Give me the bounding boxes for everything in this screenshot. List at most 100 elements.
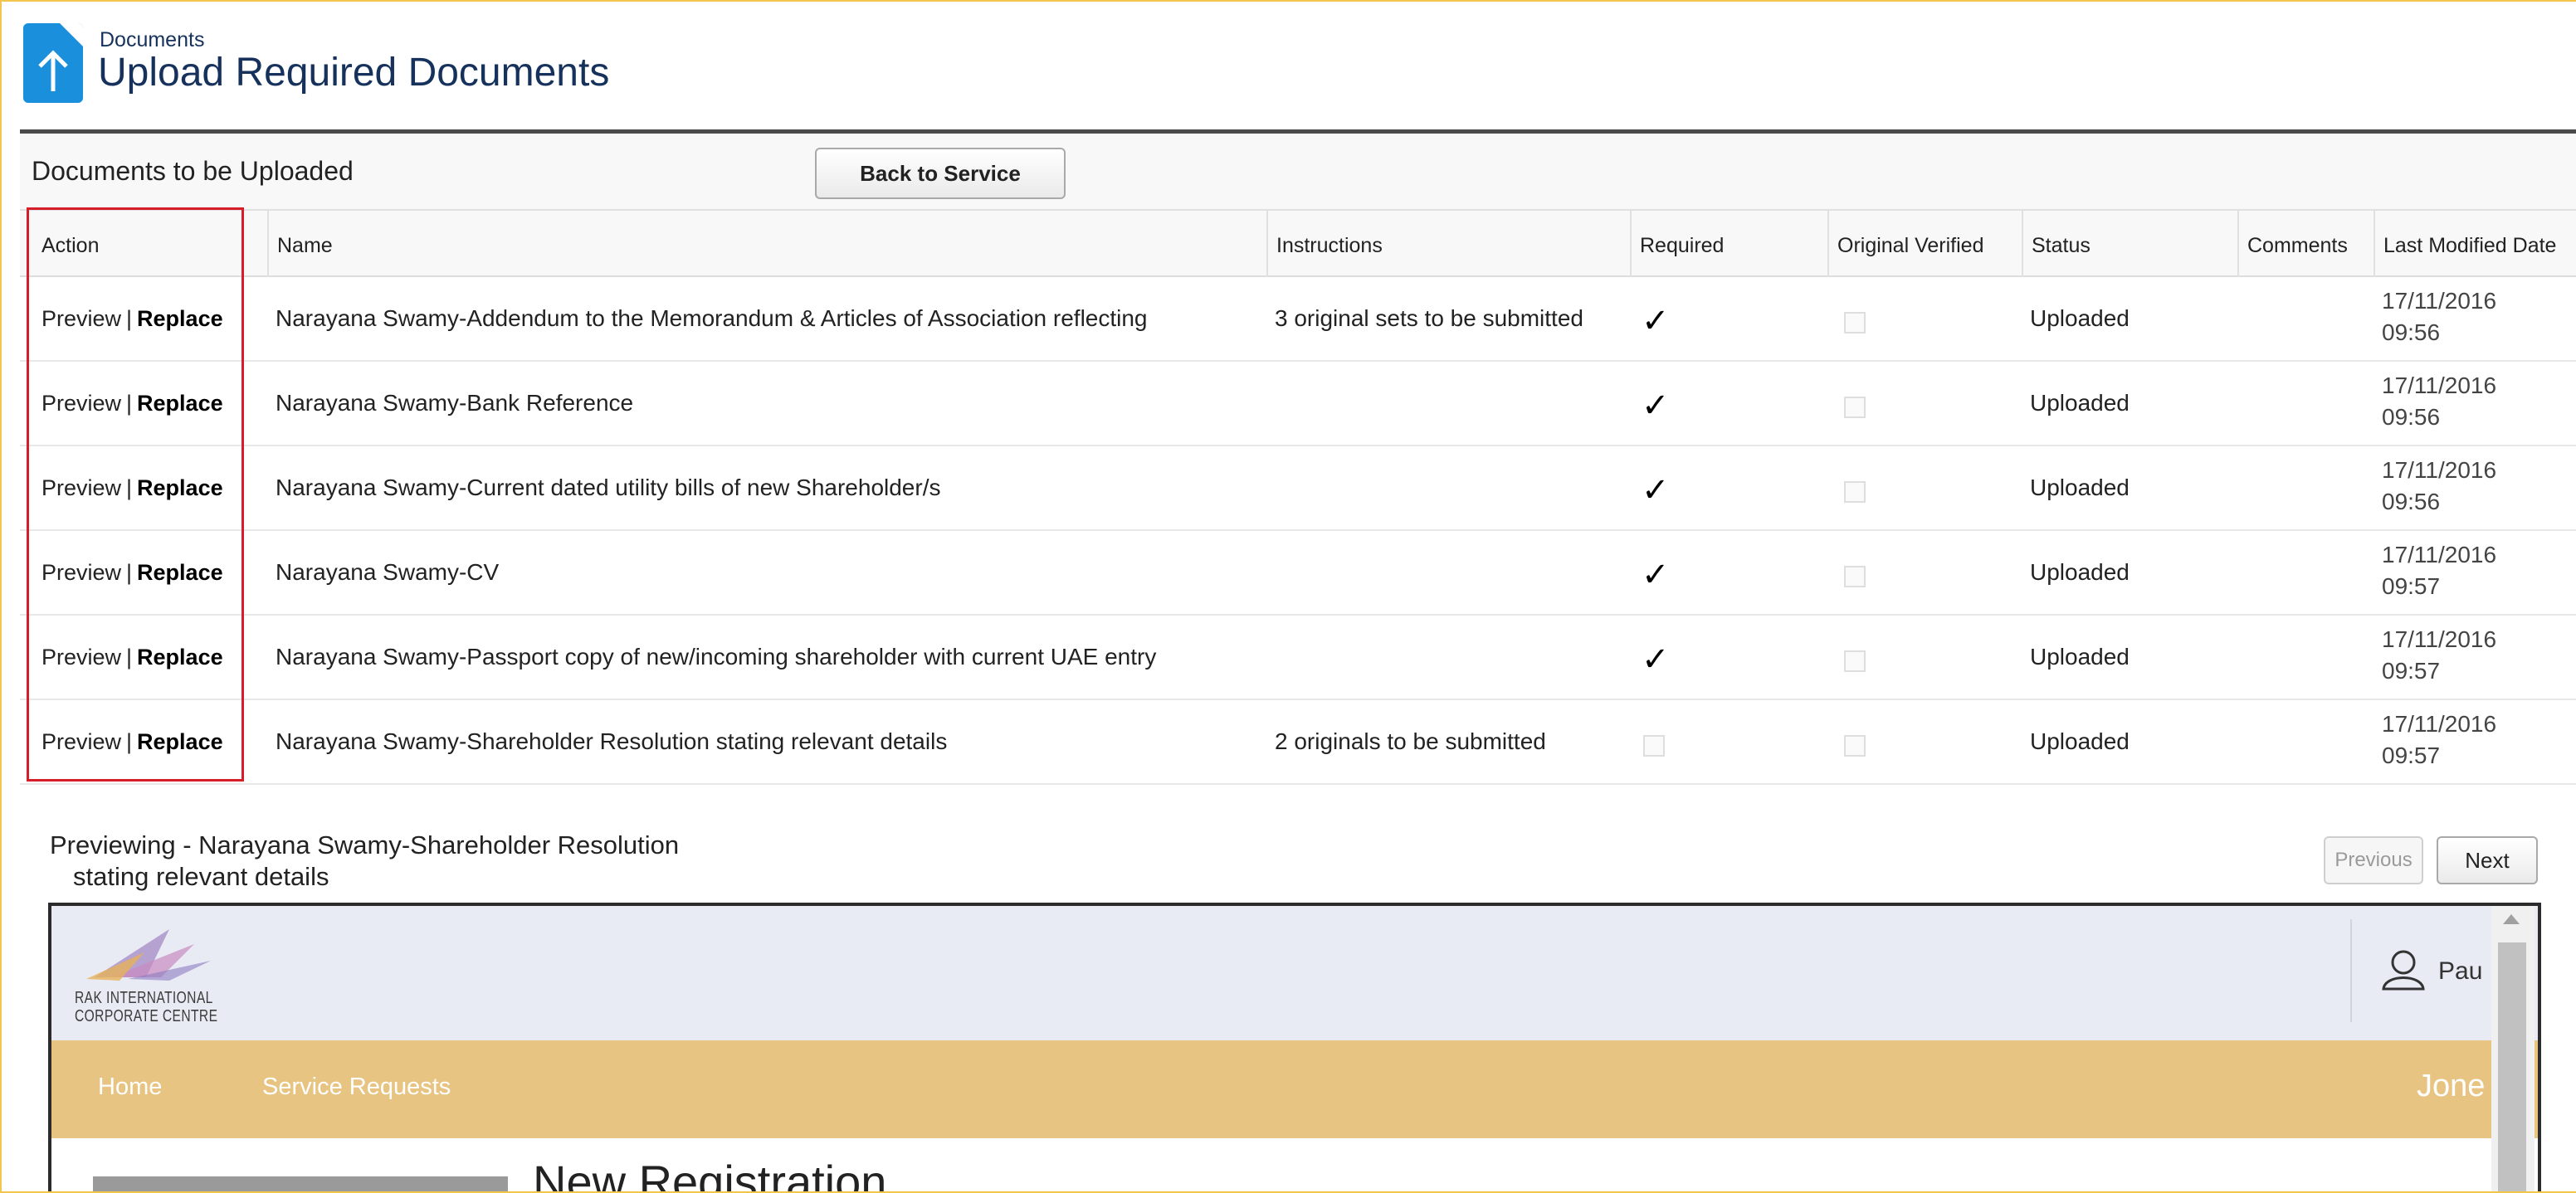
status: Uploaded <box>2030 475 2130 500</box>
last-modified-date: 17/11/2016 09:57 <box>2374 616 2576 699</box>
grey-bar <box>93 1176 508 1191</box>
checkmark-icon: ✓ <box>1642 303 1670 339</box>
rak-logo-text: RAK INTERNATIONAL CORPORATE CENTRE <box>75 989 217 1025</box>
checkmark-icon: ✓ <box>1642 387 1670 424</box>
document-preview-frame[interactable]: RAK INTERNATIONAL CORPORATE CENTRE Pau H… <box>48 903 2541 1193</box>
embedded-body: New Registration <box>51 1138 2538 1193</box>
column-header-last-modified-date[interactable]: Last Modified Date <box>2374 211 2576 277</box>
instructions <box>1266 616 1630 699</box>
original-verified-checkbox <box>1844 650 1866 672</box>
modified-time: 09:57 <box>2382 573 2441 599</box>
original-verified-checkbox <box>1844 735 1866 757</box>
table-body: Preview | Replace Narayana Swamy-Addendum t… <box>20 277 2576 785</box>
table-header: Action Name Instructions Required Origin… <box>20 211 2576 277</box>
required-cell <box>1630 700 1827 783</box>
logo-line1: RAK INTERNATIONAL <box>75 989 213 1007</box>
original-verified-cell <box>1827 362 2022 445</box>
original-verified-checkbox <box>1844 397 1866 418</box>
modified-date: 17/11/2016 <box>2382 626 2497 652</box>
last-modified-date: 17/11/2016 09:56 <box>2374 362 2576 445</box>
user-separator <box>2350 919 2352 1022</box>
document-name: Narayana Swamy-Shareholder Resolution st… <box>276 728 948 754</box>
required-cell: ✓ <box>1630 616 1827 699</box>
modified-date: 17/11/2016 <box>2382 457 2497 483</box>
embedded-navbar: Home Service Requests Jone <box>51 1040 2538 1138</box>
required-cell: ✓ <box>1630 277 1827 360</box>
original-verified-cell <box>1827 616 2022 699</box>
header-divider <box>20 129 2576 134</box>
page-title: Upload Required Documents <box>98 51 610 95</box>
modified-time: 09:56 <box>2382 319 2441 345</box>
nav-service-requests[interactable]: Service Requests <box>262 1074 451 1101</box>
status: Uploaded <box>2030 728 2130 754</box>
checkmark-icon: ✓ <box>1642 641 1670 678</box>
required-cell: ✓ <box>1630 362 1827 445</box>
comments <box>2237 362 2374 445</box>
table-row: Preview | Replace Narayana Swamy-Shareholde… <box>20 700 2576 785</box>
upload-document-icon <box>23 23 83 103</box>
instructions: 3 original sets to be submitted <box>1275 305 1583 331</box>
original-verified-checkbox <box>1844 481 1866 503</box>
scroll-up-icon[interactable] <box>2503 914 2520 924</box>
status: Uploaded <box>2030 644 2130 670</box>
nav-user-name: Jone <box>2417 1069 2486 1103</box>
embedded-page-title: New Registration <box>533 1156 887 1193</box>
modified-time: 09:57 <box>2382 658 2441 684</box>
preview-label: Previewing - Narayana Swamy-Shareholder … <box>50 830 679 893</box>
original-verified-cell <box>1827 531 2022 614</box>
last-modified-date: 17/11/2016 09:56 <box>2374 446 2576 529</box>
modified-time: 09:56 <box>2382 489 2441 514</box>
original-verified-cell <box>1827 277 2022 360</box>
document-name: Narayana Swamy-Passport copy of new/inco… <box>276 644 1157 670</box>
comments <box>2237 277 2374 360</box>
page-eyebrow: Documents <box>100 28 205 51</box>
modified-date: 17/11/2016 <box>2382 373 2497 398</box>
logo-line2: CORPORATE CENTRE <box>75 1007 218 1025</box>
document-name: Narayana Swamy-Current dated utility bil… <box>276 475 941 500</box>
column-header-comments[interactable]: Comments <box>2237 211 2374 277</box>
table-row: Preview | Replace Narayana Swamy-Passport c… <box>20 616 2576 700</box>
rak-logo-icon <box>86 929 211 981</box>
documents-table: Action Name Instructions Required Origin… <box>20 211 2576 785</box>
back-to-service-request-button[interactable]: Back to Service Request <box>815 148 1066 234</box>
modified-date: 17/11/2016 <box>2382 288 2497 314</box>
document-name: Narayana Swamy-Addendum to the Memorandu… <box>276 305 1148 331</box>
required-cell: ✓ <box>1630 446 1827 529</box>
status: Uploaded <box>2030 390 2130 416</box>
original-verified-cell <box>1827 446 2022 529</box>
last-modified-date: 17/11/2016 09:57 <box>2374 700 2576 783</box>
column-header-status[interactable]: Status <box>2022 211 2237 277</box>
section-label: Documents to be Uploaded <box>32 156 354 186</box>
required-cell: ✓ <box>1630 531 1827 614</box>
comments <box>2237 700 2374 783</box>
document-name: Narayana Swamy-CV <box>276 559 500 585</box>
comments <box>2237 446 2374 529</box>
required-checkbox <box>1643 735 1665 757</box>
table-row: Preview | Replace Narayana Swamy-Bank Refer… <box>20 362 2576 446</box>
scroll-thumb[interactable] <box>2498 942 2526 1191</box>
original-verified-checkbox <box>1844 566 1866 587</box>
last-modified-date: 17/11/2016 09:57 <box>2374 531 2576 614</box>
modified-time: 09:57 <box>2382 743 2441 768</box>
original-verified-checkbox <box>1844 312 1866 334</box>
column-header-original-verified[interactable]: Original Verified <box>1827 211 2022 277</box>
status: Uploaded <box>2030 559 2130 585</box>
comments <box>2237 616 2374 699</box>
column-header-name[interactable]: Name <box>267 211 1266 277</box>
preview-scrollbar[interactable] <box>2491 906 2535 1191</box>
column-header-instructions[interactable]: Instructions <box>1266 211 1630 277</box>
user-name[interactable]: Pau <box>2438 957 2482 986</box>
user-icon[interactable] <box>2380 947 2427 991</box>
next-button[interactable]: Next <box>2437 836 2538 884</box>
checkmark-icon: ✓ <box>1642 557 1670 593</box>
page: Documents Upload Required Documents Docu… <box>0 0 2576 1193</box>
nav-home[interactable]: Home <box>98 1074 162 1101</box>
modified-date: 17/11/2016 <box>2382 542 2497 567</box>
column-header-required[interactable]: Required <box>1630 211 1827 277</box>
instructions <box>1266 362 1630 445</box>
toolbar: Documents to be Uploaded Back to Service… <box>20 134 2576 234</box>
previous-button[interactable]: Previous <box>2324 836 2423 884</box>
preview-label-line1: Previewing - Narayana Swamy-Shareholder … <box>50 830 680 859</box>
instructions <box>1266 531 1630 614</box>
last-modified-date: 17/11/2016 09:56 <box>2374 277 2576 360</box>
